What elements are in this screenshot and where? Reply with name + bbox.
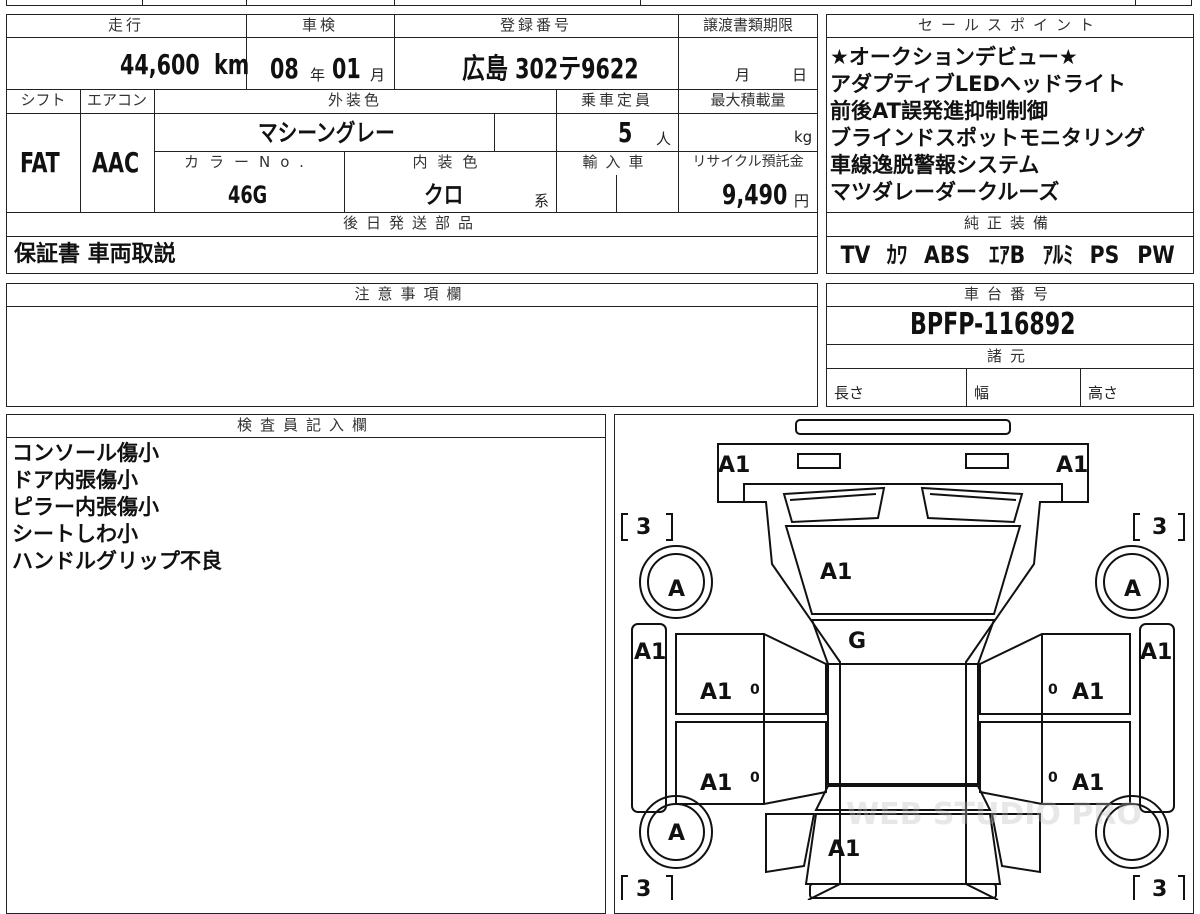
mark-zero-2: 0 [1048,682,1058,698]
equipment-item: PS [1090,241,1120,269]
color-no-value: 46G [228,181,268,209]
recycle-value: 9,490 [722,178,788,211]
mark-bumper-right: 3 [1152,515,1167,540]
mark-rear-left: 3 [636,877,651,900]
month-unit: 月 [370,66,386,84]
equipment-item: ABS [924,241,971,269]
inspector-title: 検査員記入欄 [236,416,375,434]
max-load-header: 最大積載量 [710,91,786,109]
inspector-notes: コンソール傷小 ドア内張傷小 ピラー内張傷小 シートしわ小ハンドルグリップ不良 [12,440,222,575]
sales-points-title: セールスポイント [917,16,1102,34]
recycle-unit: 円 [794,192,810,210]
mark-front-right: A1 [1056,453,1088,478]
mileage-value: 44,600 [120,48,200,81]
inspection-month: 01 [332,52,361,85]
inspector-note: ピラー内張傷小 [12,495,159,519]
top-strip [6,0,1192,6]
deadline-header: 譲渡書類期限 [702,16,793,34]
sales-point-item: ブラインドスポットモニタリング [830,126,1145,150]
equipment-item: ｱﾙﾐ [1042,241,1074,269]
mark-wheel-rl: A [668,821,685,846]
import-header: 輸入車 [582,153,652,171]
inspection-year: 08 [270,52,299,85]
inspector-note: ドア内張傷小 [12,468,138,492]
recycle-header: リサイクル預託金 [692,154,804,170]
mark-door-fr: A1 [1072,680,1104,705]
color-no-header: カラーNo. [184,153,314,171]
sales-point-item: ★オークションデビュー★ [830,45,1078,69]
sales-point-item: アダプティブLEDヘッドライト [830,72,1126,96]
equipment-item: PW [1137,241,1175,269]
inspector-note: シートしわ小 [12,522,138,546]
interior-suffix: 系 [534,192,550,210]
capacity-unit: 人 [656,130,672,148]
watermark: WEB STUDIO PRO [846,797,1142,832]
inspector-note: ハンドルグリップ不良 [12,549,222,573]
specs-title: 諸元 [986,347,1033,365]
deadline-month: 月 [735,66,751,84]
registration-header: 登録番号 [499,16,572,34]
deadline-day: 日 [792,66,808,84]
mark-door-rr: A1 [1072,771,1104,796]
mark-bumper-left: 3 [636,515,651,540]
mileage-header: 走行 [107,16,144,34]
mark-zero-4: 0 [1048,770,1058,786]
equipment-item: ｶﾜ [886,241,907,269]
mark-rear-right: 3 [1152,877,1167,900]
exterior-header: 外装色 [327,91,382,109]
mark-wheel-fr: A [1124,577,1141,602]
mark-hood: A1 [820,560,852,585]
capacity-value: 5 [618,116,633,149]
sales-point-item: マツダレーダークルーズ [830,180,1060,204]
mark-windshield: G [848,629,866,654]
spec-width: 幅 [974,384,990,402]
interior-color: クロ [424,181,464,209]
max-load-unit: kg [794,128,813,146]
registration-number: 広島 302テ9622 [462,52,639,85]
notes-title: 注意事項欄 [354,285,470,303]
equipment-list: TV ｶﾜ ABS ｴｱB ｱﾙﾐ PS PW [838,238,1178,272]
chassis-number: BPFP-116892 [910,307,1076,342]
mark-fender-right: A1 [1140,640,1172,665]
mark-front-left: A1 [718,453,750,478]
later-parts-value: 保証書 車両取説 [14,242,176,267]
year-unit: 年 [310,66,326,84]
mark-door-fl: A1 [700,680,732,705]
equipment-item: TV [840,241,871,269]
later-parts-header: 後日発送部品 [342,214,481,232]
car-damage-diagram: A1 A1 3 3 A1 A A G A1 A1 A1 A1 A1 A1 A A… [621,419,1185,900]
aircon-value: AAC [92,146,140,179]
mark-zero-3: 0 [750,770,760,786]
equipment-item: ｴｱB [989,241,1026,269]
aircon-header: エアコン [86,91,147,109]
mark-fender-left: A1 [634,640,666,665]
spec-height: 高さ [1088,384,1119,402]
sales-points-list: ★オークションデビュー★ アダプティブLEDヘッドライト 前後AT誤発進抑制制御ブラ… [830,44,1145,206]
sales-point-item: 車線逸脱警報システム [830,153,1040,177]
mark-trunk: A1 [828,837,860,862]
equipment-title: 純正装備 [963,214,1056,232]
shift-value: FAT [20,146,60,179]
exterior-color: マシーングレー [258,119,395,147]
mileage-unit: km [214,48,250,81]
spec-length: 長さ [834,384,865,402]
shift-header: シフト [20,91,66,109]
chassis-title: 車台番号 [963,285,1056,303]
sales-point-item: 前後AT誤発進抑制制御 [830,99,1048,123]
mark-zero-1: 0 [750,682,760,698]
mark-wheel-fl: A [668,577,685,602]
interior-header: 内装色 [412,153,488,171]
capacity-header: 乗車定員 [580,91,653,109]
inspector-note: コンソール傷小 [12,441,159,465]
mark-door-rl: A1 [700,771,732,796]
inspection-header: 車検 [301,16,338,34]
